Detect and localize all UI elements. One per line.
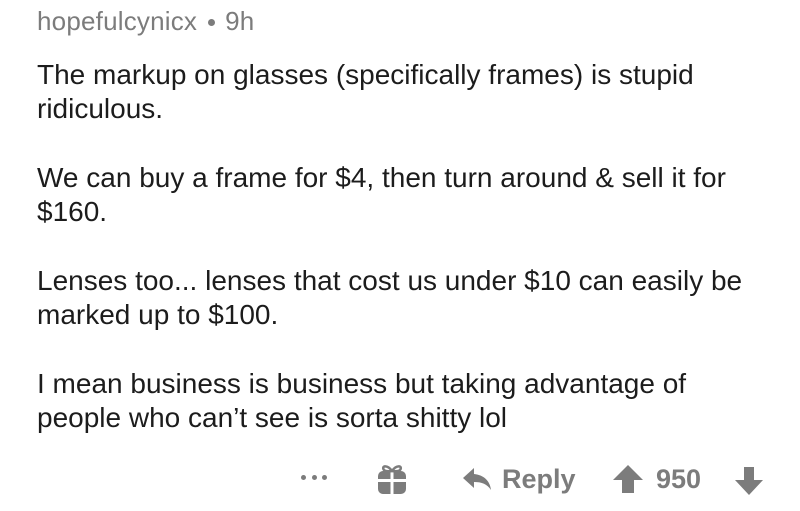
vote-score: 950 xyxy=(656,463,702,494)
downvote-arrow-icon[interactable] xyxy=(734,466,764,496)
separator-dot xyxy=(208,19,216,26)
reply-arrow-icon xyxy=(463,468,491,490)
reply-button[interactable]: Reply xyxy=(462,462,576,496)
comment: hopefulcynicx 9h The markup on glasses (… xyxy=(0,0,800,511)
gift-icon[interactable] xyxy=(375,462,409,496)
upvote-arrow-icon[interactable] xyxy=(612,464,644,494)
comment-actions: Reply 950 xyxy=(0,462,800,502)
more-dot xyxy=(311,474,317,480)
comment-paragraph: The markup on glasses (specifically fram… xyxy=(37,59,694,124)
more-dot xyxy=(322,474,327,480)
comment-paragraph: We can buy a frame for $4, then turn aro… xyxy=(37,162,726,227)
username-link[interactable]: hopefulcynicx xyxy=(37,6,197,37)
comment-meta: hopefulcynicx 9h xyxy=(37,6,254,37)
comment-age: 9h xyxy=(225,6,255,36)
comment-paragraph: Lenses too... lenses that cost us under … xyxy=(37,265,743,330)
comment-body: The markup on glasses (specifically fram… xyxy=(37,58,777,435)
more-options-icon[interactable] xyxy=(301,464,327,490)
reply-label: Reply xyxy=(502,463,576,494)
more-dot xyxy=(301,474,306,480)
comment-paragraph: I mean business is business but taking a… xyxy=(37,368,687,433)
